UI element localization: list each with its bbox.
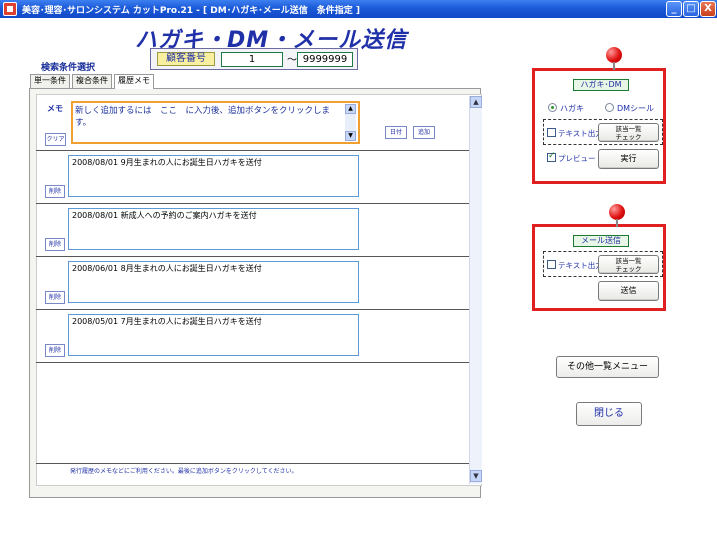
scroll-down-icon[interactable]: ▼ xyxy=(470,470,482,482)
delete-button[interactable]: 削除 xyxy=(45,344,65,357)
history-item-text[interactable]: 2008/05/01 7月生まれの人にお誕生日ハガキを送付 xyxy=(68,314,359,356)
mail-send-legend: メール送信 xyxy=(573,235,629,247)
list-check-button[interactable]: 該当一覧 チェック xyxy=(598,123,659,142)
delete-button[interactable]: 削除 xyxy=(45,185,65,198)
clear-button[interactable]: クリア xyxy=(45,133,66,146)
memo-scrollbar[interactable]: ▲ ▼ xyxy=(345,104,356,141)
date-button[interactable]: 日付 xyxy=(385,126,407,139)
checkbox-icon xyxy=(547,260,556,269)
close-button[interactable]: 閉じる xyxy=(576,402,642,426)
memo-label: メモ xyxy=(47,104,63,113)
checkbox-icon xyxy=(547,128,556,137)
memo-scroll-down-icon[interactable]: ▼ xyxy=(345,131,356,141)
window-title: 美容･理容･サロンシステム カットPro.21 - [ DM･ハガキ･メール送信… xyxy=(22,6,360,16)
send-button[interactable]: 送信 xyxy=(598,281,659,301)
row-divider xyxy=(36,362,469,363)
add-button[interactable]: 追加 xyxy=(413,126,435,139)
row-divider xyxy=(36,463,469,464)
radio-dm-sticker[interactable]: DMシール xyxy=(605,103,654,114)
row-divider xyxy=(36,150,469,151)
list-scrollbar[interactable]: ▲ ▼ xyxy=(469,96,482,484)
range-tilde: ～ xyxy=(287,55,297,66)
search-condition-label: 検索条件選択 xyxy=(41,63,96,73)
history-item-text[interactable]: 2008/06/01 8月生まれの人にお誕生日ハガキを送付 xyxy=(68,261,359,303)
maximize-button[interactable]: □ xyxy=(683,1,699,17)
memo-input[interactable]: 新しく追加するには ここ に入力後、追加ボタンをクリックします。 xyxy=(71,101,360,144)
customer-range: 顧客番号 1 ～ 9999999 xyxy=(150,48,358,70)
row-divider xyxy=(36,203,469,204)
minimize-button[interactable]: _ xyxy=(666,1,682,17)
mail-list-check-button[interactable]: 該当一覧 チェック xyxy=(598,255,659,274)
radio-postcard[interactable]: ハガキ xyxy=(548,103,584,114)
customer-to-input[interactable]: 9999999 xyxy=(297,52,353,67)
tab-single-condition[interactable]: 単一条件 xyxy=(30,74,70,88)
execute-button[interactable]: 実行 xyxy=(598,149,659,169)
customer-from-input[interactable]: 1 xyxy=(221,52,283,67)
memo-scroll-up-icon[interactable]: ▲ xyxy=(345,104,356,114)
delete-button[interactable]: 削除 xyxy=(45,291,65,304)
app-icon xyxy=(3,2,17,16)
preview-checkbox[interactable]: プレビュー xyxy=(547,151,596,164)
footer-note: 発行履歴のメモなどにご利用ください。最後に追加ボタンをクリックしてください。 xyxy=(70,468,298,475)
checkbox-checked-icon xyxy=(547,151,556,162)
delete-button[interactable]: 削除 xyxy=(45,238,65,251)
row-divider xyxy=(36,256,469,257)
radio-selected-icon xyxy=(548,103,557,112)
other-list-menu-button[interactable]: その他一覧メニュー xyxy=(556,356,659,378)
close-window-button[interactable]: X xyxy=(700,1,716,17)
tab-history-memo[interactable]: 履歴メモ xyxy=(114,74,154,89)
scroll-up-icon[interactable]: ▲ xyxy=(470,96,482,108)
title-bar: 美容･理容･サロンシステム カットPro.21 - [ DM･ハガキ･メール送信… xyxy=(0,0,717,18)
row-divider xyxy=(36,309,469,310)
text-output-checkbox[interactable]: テキスト出力 xyxy=(547,128,603,139)
tab-compound-condition[interactable]: 複合条件 xyxy=(72,74,112,88)
mail-text-output-checkbox[interactable]: テキスト出力 xyxy=(547,260,603,271)
history-item-text[interactable]: 2008/08/01 新成人への予約のご案内ハガキを送付 xyxy=(68,208,359,250)
radio-empty-icon xyxy=(605,103,614,112)
postcard-dm-legend: ハガキ･DM xyxy=(573,79,629,91)
customer-number-label: 顧客番号 xyxy=(157,52,215,66)
history-item-text[interactable]: 2008/08/01 9月生まれの人にお誕生日ハガキを送付 xyxy=(68,155,359,197)
